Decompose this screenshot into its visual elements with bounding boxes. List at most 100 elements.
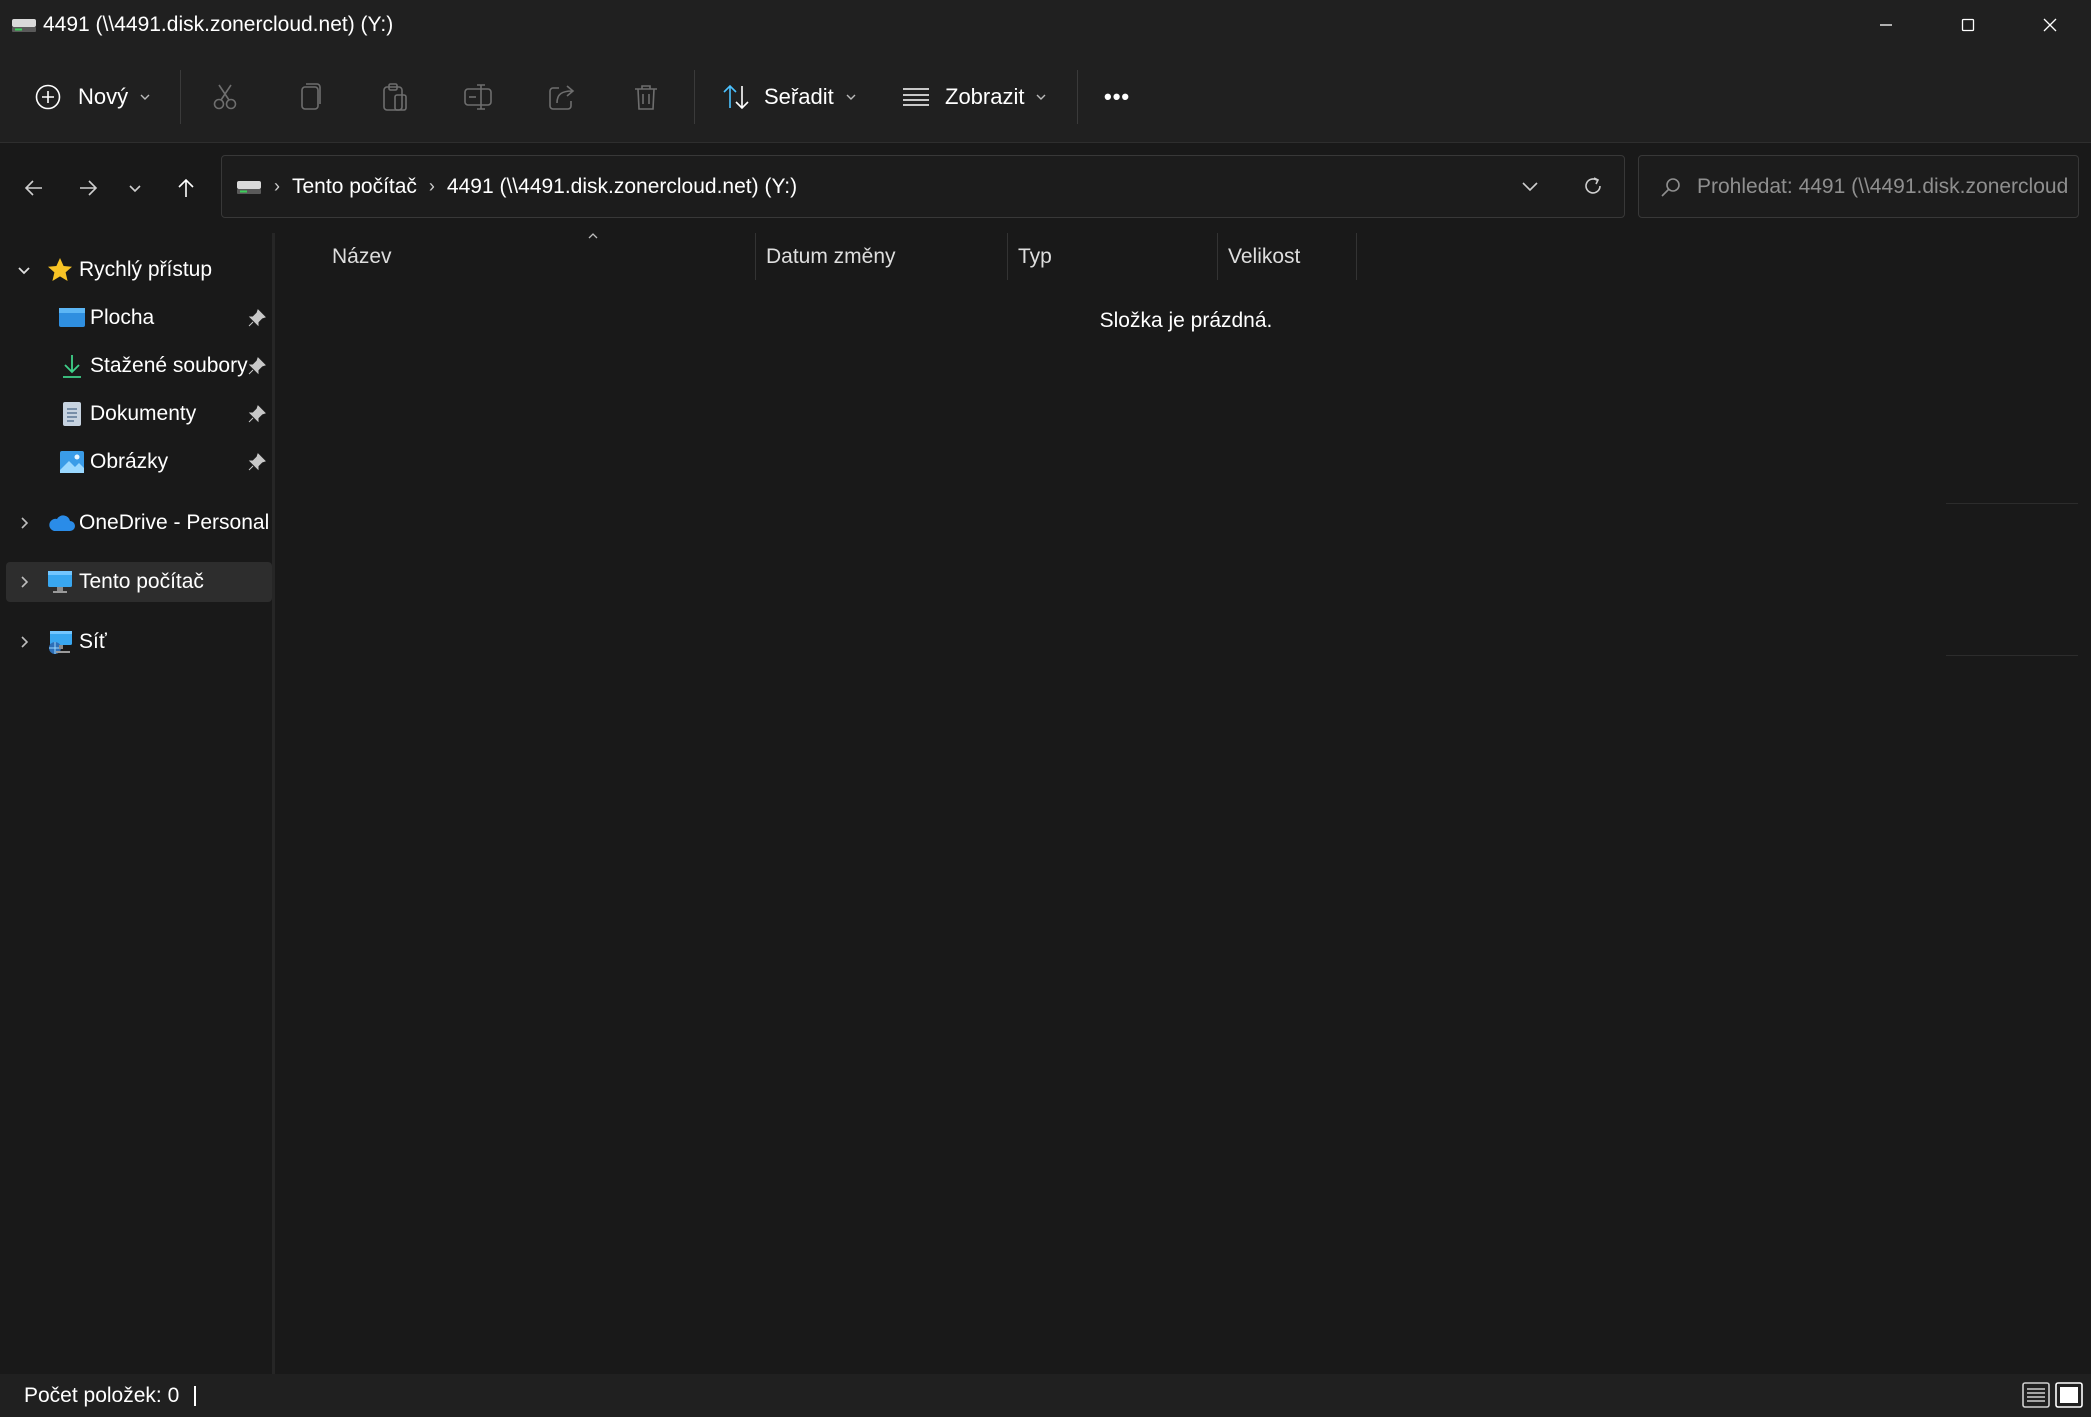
window-title: 4491 (\\4491.disk.zonercloud.net) (Y:): [43, 13, 394, 36]
network-drive-icon: [237, 180, 261, 194]
sidebar-item-label: Stažené soubory: [90, 354, 248, 377]
sidebar-item-label: Plocha: [90, 306, 155, 329]
close-icon: [2043, 18, 2057, 32]
navigation-bar: › Tento počítač › 4491 (\\4491.disk.zone…: [0, 143, 2091, 233]
column-separator[interactable]: [1007, 233, 1008, 280]
more-options-label: •••: [1104, 83, 1131, 109]
sort-button[interactable]: Seřadit: [721, 50, 858, 143]
large-icons-view-icon: [2055, 1382, 2083, 1408]
column-header-label: Datum změny: [766, 244, 896, 268]
breadcrumb-drive[interactable]: 4491 (\\4491.disk.zonercloud.net) (Y:): [447, 175, 797, 199]
chevron-right-icon[interactable]: [15, 514, 33, 532]
sidebar-item-label: Rychlý přístup: [79, 258, 213, 281]
arrow-left-icon: [24, 180, 42, 196]
chevron-down-icon: [140, 94, 150, 100]
sidebar-item-this-pc[interactable]: Tento počítač: [6, 562, 272, 602]
back-button[interactable]: [14, 143, 54, 233]
details-view-icon: [2022, 1382, 2050, 1408]
sidebar-item-label: Síť: [79, 630, 107, 653]
column-separator[interactable]: [755, 233, 756, 280]
sidebar-item-desktop[interactable]: Plocha: [6, 298, 272, 338]
column-separator[interactable]: [1356, 233, 1357, 280]
view-button[interactable]: Zobrazit: [902, 50, 1048, 143]
maximize-icon: [1961, 18, 1975, 32]
pin-icon[interactable]: [247, 356, 267, 376]
arrow-up-icon: [178, 178, 194, 197]
clipboard-icon: [383, 82, 407, 111]
chevron-down-icon[interactable]: [15, 261, 33, 279]
sidebar-item-onedrive[interactable]: OneDrive - Personal: [6, 503, 272, 543]
address-history-button[interactable]: [1520, 176, 1540, 202]
document-icon: [63, 402, 81, 426]
sort-ascending-icon: [588, 233, 598, 239]
close-button[interactable]: [2009, 0, 2091, 50]
details-view-button[interactable]: [2022, 1382, 2050, 1414]
sidebar-item-label: Obrázky: [90, 450, 169, 473]
plus-circle-icon: [35, 84, 61, 109]
view-switcher: [2022, 1382, 2083, 1414]
rename-icon: [464, 83, 492, 110]
navigation-pane: Rychlý přístup Plocha Stažené soubory Do…: [0, 233, 275, 1374]
scissors-icon: [213, 84, 237, 109]
new-button-label: Nový: [78, 83, 129, 109]
sidebar-item-label: Dokumenty: [90, 402, 197, 425]
pin-icon[interactable]: [247, 452, 267, 472]
address-bar[interactable]: › Tento počítač › 4491 (\\4491.disk.zone…: [221, 155, 1625, 218]
share-button[interactable]: [547, 50, 577, 143]
forward-button[interactable]: [68, 143, 108, 233]
chevron-right-icon[interactable]: [15, 573, 33, 591]
sidebar-item-network[interactable]: Síť: [6, 622, 272, 662]
paste-button[interactable]: [381, 50, 409, 143]
column-header-label: Název: [332, 244, 392, 268]
refresh-button[interactable]: [1581, 174, 1605, 204]
column-header-type[interactable]: Typ: [1018, 233, 1218, 280]
copy-icon: [301, 82, 321, 110]
copy-button[interactable]: [297, 50, 323, 143]
delete-button[interactable]: [632, 50, 660, 143]
divider: [1946, 503, 2078, 504]
sidebar-item-downloads[interactable]: Stažené soubory: [6, 346, 272, 386]
sidebar-item-quick-access[interactable]: Rychlý přístup: [6, 250, 272, 290]
rename-button[interactable]: [463, 50, 495, 143]
arrow-right-icon: [80, 180, 98, 196]
trash-icon: [635, 84, 657, 110]
up-button[interactable]: [166, 143, 206, 233]
breadcrumb-chevron-icon[interactable]: ›: [429, 176, 435, 197]
search-input[interactable]: [1697, 174, 2069, 199]
breadcrumb-this-pc[interactable]: Tento počítač: [292, 175, 417, 199]
status-bar: Počet položek: 0: [0, 1374, 2091, 1417]
sidebar-item-documents[interactable]: Dokumenty: [6, 394, 272, 434]
pin-icon[interactable]: [247, 404, 267, 424]
chevron-down-icon: [1522, 182, 1538, 192]
desktop-folder-icon: [59, 308, 85, 327]
chevron-down-icon: [129, 185, 141, 193]
column-header-label: Velikost: [1228, 244, 1301, 268]
computer-icon: [48, 571, 72, 593]
column-header-size[interactable]: Velikost: [1228, 233, 1348, 280]
cloud-icon: [49, 515, 75, 531]
recent-locations-button[interactable]: [118, 143, 152, 233]
chevron-down-icon: [1036, 94, 1046, 100]
sidebar-item-pictures[interactable]: Obrázky: [6, 442, 272, 482]
large-icons-view-button[interactable]: [2055, 1382, 2083, 1414]
new-button[interactable]: Nový: [34, 50, 152, 143]
breadcrumb-chevron-icon[interactable]: ›: [274, 176, 280, 197]
list-view-icon: [903, 87, 929, 106]
cut-button[interactable]: [211, 50, 239, 143]
refresh-icon: [1585, 177, 1601, 194]
column-header-name[interactable]: Název: [332, 233, 752, 280]
network-drive-icon: [12, 19, 36, 32]
minimize-button[interactable]: [1845, 0, 1927, 50]
pin-icon[interactable]: [247, 308, 267, 328]
toolbar-separator: [180, 70, 181, 124]
column-header-date[interactable]: Datum změny: [766, 233, 1006, 280]
column-separator[interactable]: [1217, 233, 1218, 280]
search-icon: [1661, 177, 1680, 197]
search-box[interactable]: [1638, 155, 2079, 218]
chevron-right-icon[interactable]: [15, 633, 33, 651]
minimize-icon: [1880, 24, 1892, 26]
maximize-button[interactable]: [1927, 0, 2009, 50]
item-count: Počet položek: 0: [24, 1383, 180, 1407]
sidebar-item-label: Tento počítač: [79, 570, 204, 593]
more-options-button[interactable]: •••: [1104, 50, 1130, 143]
